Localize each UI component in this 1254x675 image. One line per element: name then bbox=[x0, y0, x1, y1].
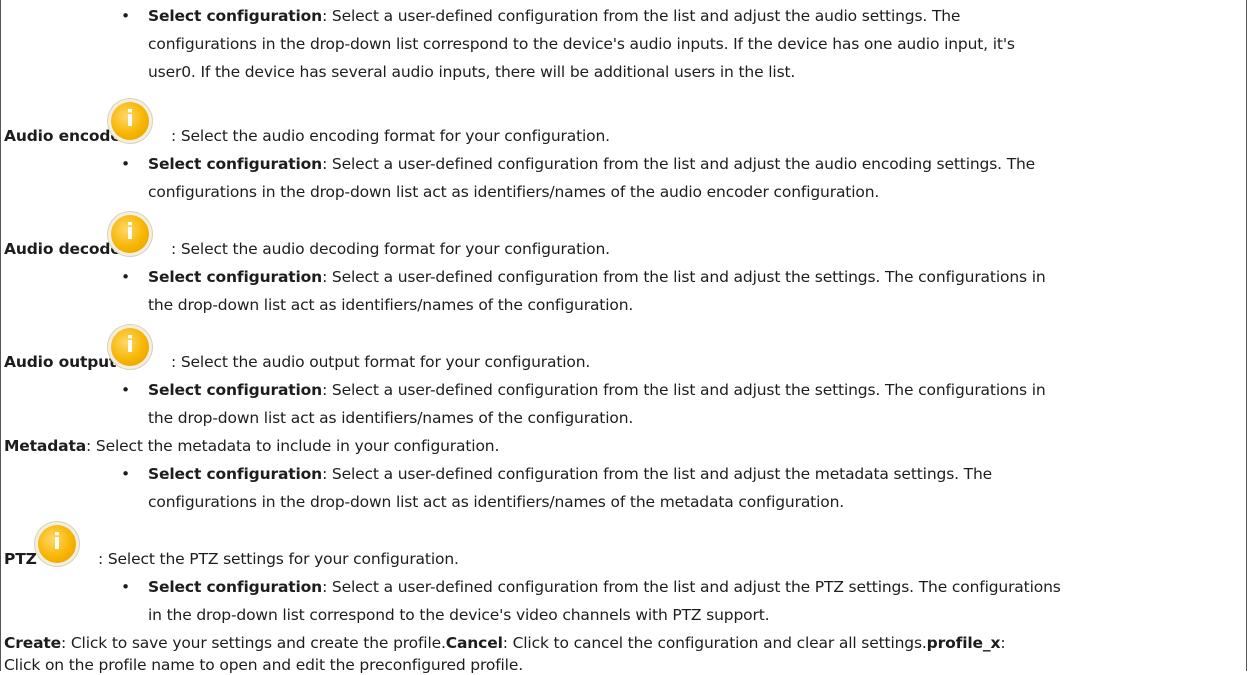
create-term: Create bbox=[4, 634, 62, 652]
audio-output-heading: Audio output bbox=[4, 353, 117, 371]
bullet-mark: • bbox=[121, 465, 130, 483]
bullet-mark: • bbox=[121, 578, 130, 596]
term-select-configuration: Select configuration bbox=[148, 7, 323, 25]
footer-actions-line: Create: Click to save your settings and … bbox=[4, 634, 1006, 652]
profile-x-term: profile_x bbox=[926, 634, 1001, 652]
audio-decoder-heading: Audio decoder bbox=[4, 240, 129, 258]
info-icon: i bbox=[111, 102, 149, 140]
bullet-mark: • bbox=[121, 268, 130, 286]
audio-encoder-desc: : Select the audio encoding format for y… bbox=[171, 127, 610, 145]
info-icon: i bbox=[111, 215, 149, 253]
cancel-term: Cancel bbox=[445, 634, 503, 652]
info-icon: i bbox=[111, 328, 149, 366]
audio-encoder-heading: Audio encoder bbox=[4, 127, 129, 145]
bullet-mark: • bbox=[121, 155, 130, 173]
info-icon: i bbox=[38, 525, 76, 563]
document-frame bbox=[0, 0, 1247, 671]
bullet-mark: • bbox=[121, 7, 130, 25]
audio-decoder-desc: : Select the audio decoding format for y… bbox=[171, 240, 610, 258]
audio-output-desc: : Select the audio output format for you… bbox=[171, 353, 591, 371]
ptz-desc: : Select the PTZ settings for your confi… bbox=[98, 550, 459, 568]
ptz-heading: PTZ bbox=[4, 550, 37, 568]
metadata-heading: Metadata: Select the metadata to include… bbox=[4, 437, 500, 455]
bullet-mark: • bbox=[121, 381, 130, 399]
footer-profile-desc: Click on the profile name to open and ed… bbox=[4, 656, 523, 674]
